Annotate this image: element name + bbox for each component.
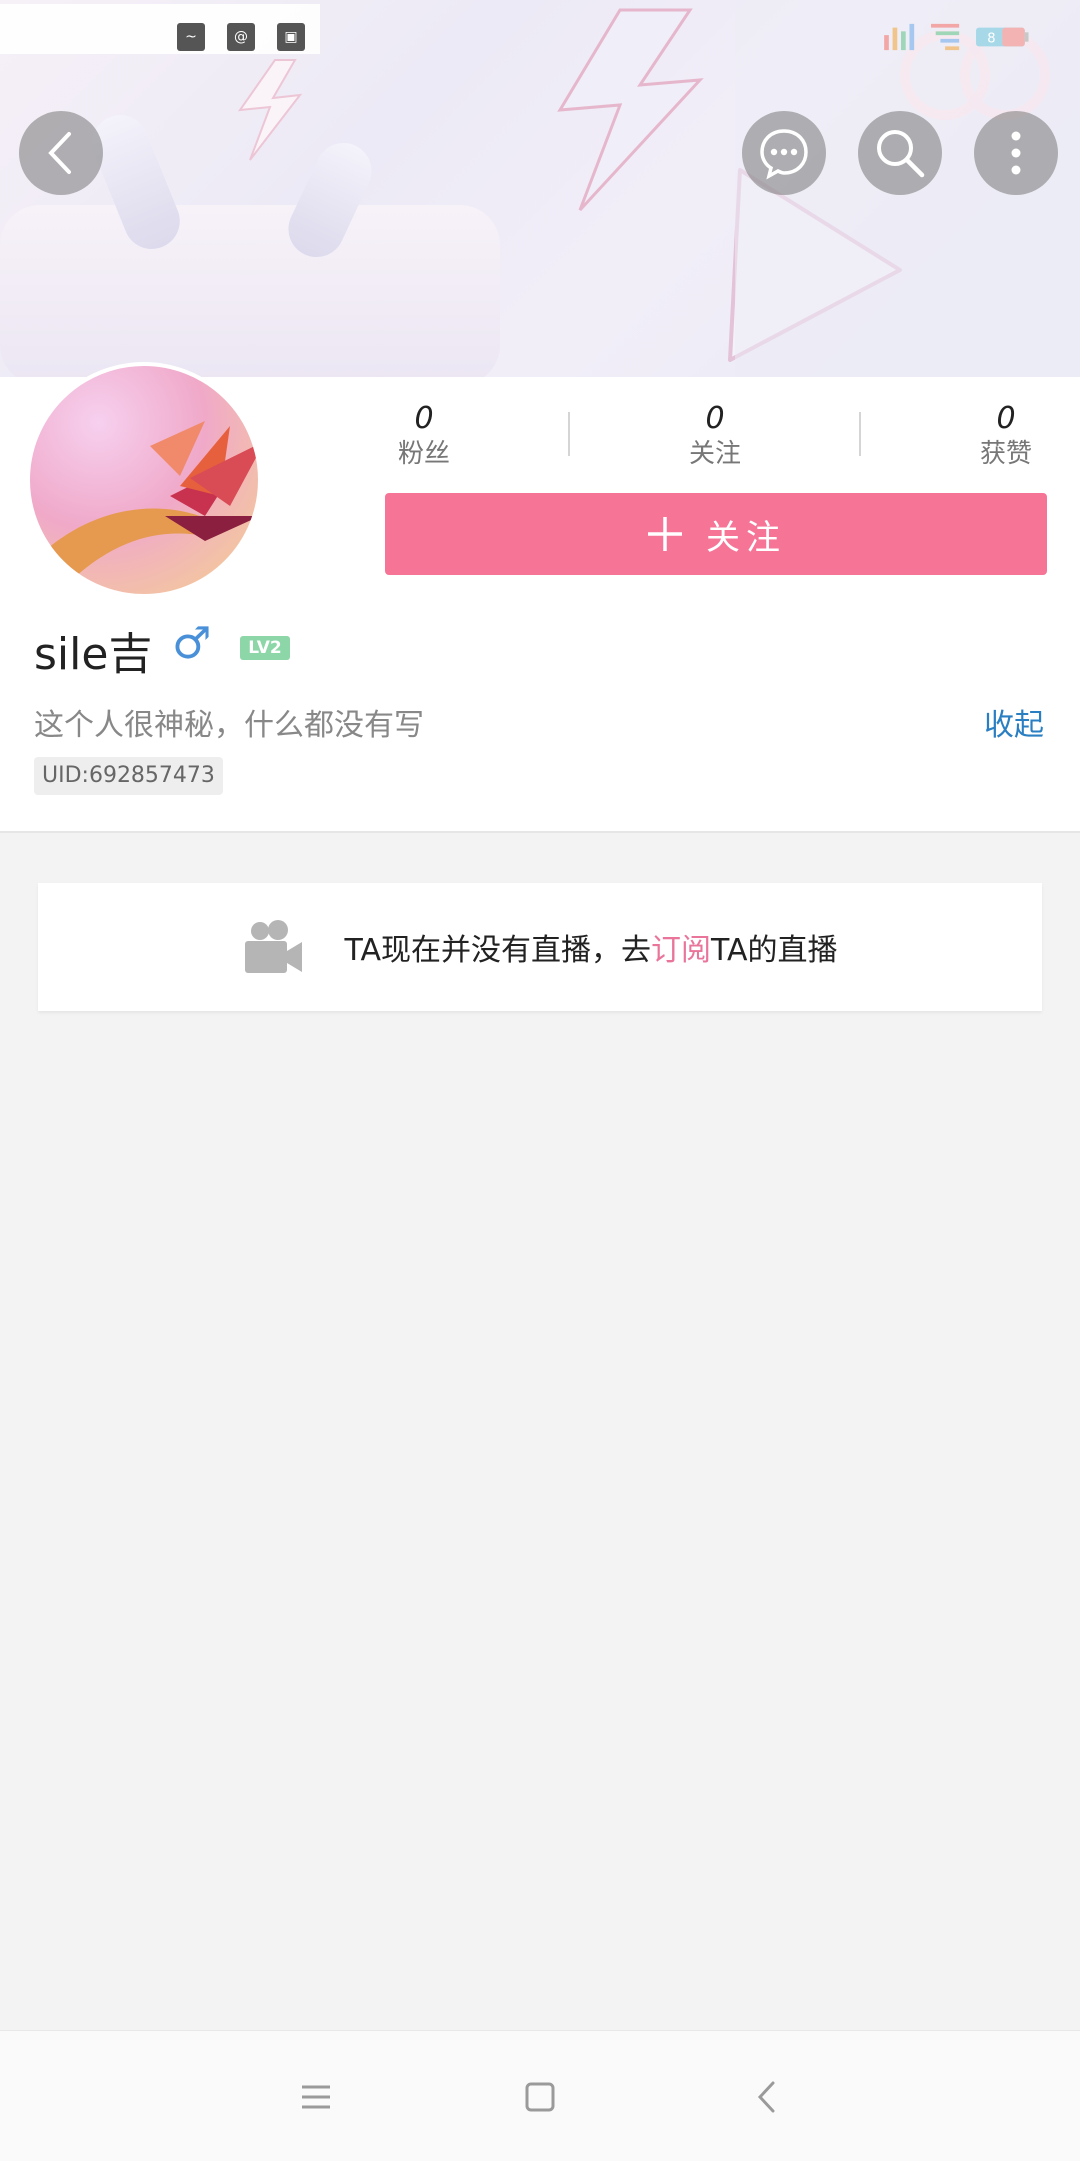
more-button[interactable]	[974, 111, 1058, 195]
follow-button[interactable]: 关注	[385, 493, 1047, 575]
avatar-flower-image	[30, 421, 258, 594]
battery-icon: 8	[976, 27, 1029, 47]
stat-following[interactable]: 0 关注	[645, 400, 785, 470]
user-uid: UID:692857473	[34, 757, 223, 795]
profile-banner: ~ @ ▣ 8	[0, 0, 1080, 377]
status-bar-left	[0, 4, 320, 54]
gender-male-icon: ♂	[172, 618, 212, 669]
stat-following-label: 关注	[688, 439, 741, 469]
message-button[interactable]	[742, 111, 826, 195]
live-status-card: TA现在并没有直播，去订阅TA的直播	[38, 883, 1042, 1011]
avatar[interactable]	[26, 362, 262, 598]
username: sile吉	[34, 629, 153, 680]
search-icon	[877, 130, 925, 178]
stat-divider	[568, 412, 570, 456]
live-text-before: TA现在并没有直播，去	[344, 933, 651, 968]
menu-icon[interactable]	[296, 2077, 336, 2117]
app-icon-3: ▣	[277, 23, 305, 51]
more-vertical-icon	[1011, 131, 1021, 175]
collapse-link[interactable]: 收起	[984, 700, 1044, 744]
live-status-text: TA现在并没有直播，去订阅TA的直播	[344, 925, 837, 969]
status-bar-right: 8	[884, 23, 1029, 51]
stat-fans-label: 粉丝	[397, 439, 450, 469]
stat-likes-value: 0	[996, 401, 1016, 436]
stat-divider	[859, 412, 861, 456]
live-text-after: TA的直播	[711, 933, 838, 968]
back-nav-icon[interactable]	[748, 2077, 788, 2117]
stat-likes[interactable]: 0 获赞	[936, 400, 1076, 470]
banner-deco-box	[0, 205, 500, 377]
wifi-icon	[931, 23, 960, 51]
follow-button-label: 关注	[706, 517, 786, 558]
search-button[interactable]	[858, 111, 942, 195]
stat-fans-value: 0	[414, 401, 434, 436]
stat-fans[interactable]: 0 粉丝	[354, 400, 494, 470]
user-bio: 这个人很神秘，什么都没有写	[34, 708, 424, 743]
back-button[interactable]	[19, 111, 103, 195]
banner-deco-bolt-small	[237, 59, 303, 161]
app-icon-1: ~	[177, 23, 205, 51]
stat-following-value: 0	[705, 401, 725, 436]
video-camera-icon	[245, 920, 303, 973]
app-icon-2: @	[227, 23, 255, 51]
svg-text:8: 8	[987, 32, 995, 47]
home-icon[interactable]	[520, 2077, 560, 2117]
chevron-left-icon	[48, 132, 71, 174]
subscribe-link[interactable]: 订阅	[651, 933, 711, 968]
plus-icon	[648, 517, 682, 551]
stat-likes-label: 获赞	[979, 439, 1032, 469]
signal-icon	[884, 23, 915, 51]
message-icon	[760, 129, 808, 180]
system-nav-bar	[0, 2030, 1080, 2161]
level-badge: LV2	[240, 636, 290, 660]
